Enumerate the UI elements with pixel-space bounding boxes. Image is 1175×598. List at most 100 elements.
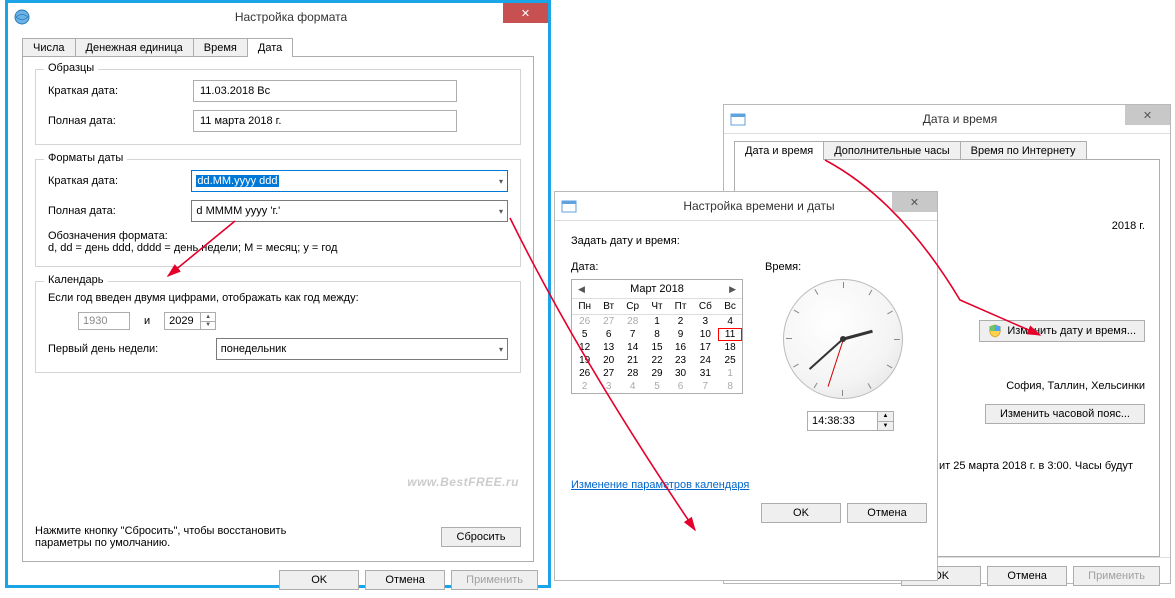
day[interactable]: 2 xyxy=(572,380,597,393)
tab-additional-clocks[interactable]: Дополнительные часы xyxy=(823,141,960,160)
short-format-label: Краткая дата: xyxy=(48,175,191,187)
day[interactable]: 10 xyxy=(692,328,718,341)
legend-formats: Форматы даты xyxy=(44,152,127,164)
day[interactable]: 4 xyxy=(718,315,742,329)
day[interactable]: 7 xyxy=(620,328,645,341)
day[interactable]: 19 xyxy=(572,354,597,367)
date-column: Дата: ◀ Март 2018 ▶ ПнВтСрЧтПтСбВс 26272… xyxy=(571,261,743,431)
time-value: 14:38:33 xyxy=(812,415,855,427)
date-label: Дата: xyxy=(571,261,743,273)
down-icon[interactable]: ▼ xyxy=(201,322,215,330)
time-input[interactable]: 14:38:33 ▲▼ xyxy=(807,411,879,431)
year-spinner[interactable]: ▲▼ xyxy=(200,313,215,329)
day[interactable]: 1 xyxy=(645,315,668,329)
day[interactable]: 27 xyxy=(597,367,620,380)
day[interactable]: 29 xyxy=(645,367,668,380)
ok-button[interactable]: OK xyxy=(761,503,841,523)
close-icon[interactable]: ✕ xyxy=(892,192,937,212)
day-selected[interactable]: 11 xyxy=(718,328,742,341)
day[interactable]: 9 xyxy=(669,328,693,341)
day[interactable]: 6 xyxy=(597,328,620,341)
day[interactable]: 12 xyxy=(572,341,597,354)
day[interactable]: 4 xyxy=(620,380,645,393)
change-date-time-button[interactable]: Изменить дату и время... xyxy=(979,320,1145,342)
calendar[interactable]: ◀ Март 2018 ▶ ПнВтСрЧтПтСбВс 2627281234 … xyxy=(571,279,743,394)
legend-samples: Образцы xyxy=(44,62,98,74)
time-spinner[interactable]: ▲▼ xyxy=(877,411,894,431)
up-icon[interactable]: ▲ xyxy=(878,412,893,422)
day[interactable]: 3 xyxy=(597,380,620,393)
day[interactable]: 18 xyxy=(718,341,742,354)
day[interactable]: 14 xyxy=(620,341,645,354)
day[interactable]: 30 xyxy=(669,367,693,380)
day[interactable]: 28 xyxy=(620,315,645,329)
day[interactable]: 28 xyxy=(620,367,645,380)
day[interactable]: 20 xyxy=(597,354,620,367)
tab-currency[interactable]: Денежная единица xyxy=(75,38,194,57)
hour-hand xyxy=(843,330,873,341)
change-date-time-label: Изменить дату и время... xyxy=(1007,325,1136,337)
day[interactable]: 1 xyxy=(718,367,742,380)
window-title: Настройка времени и даты xyxy=(581,199,937,213)
short-format-combo[interactable]: dd.MM.yyyy ddd ▾ xyxy=(191,170,508,192)
calendar-grid: ПнВтСрЧтПтСбВс 2627281234 567891011 1213… xyxy=(572,299,742,393)
window-title: Настройка формата xyxy=(34,10,548,24)
day[interactable]: 23 xyxy=(669,354,693,367)
cancel-button[interactable]: Отмена xyxy=(365,570,445,590)
first-day-value: понедельник xyxy=(221,343,286,355)
cancel-button[interactable]: Отмена xyxy=(847,503,927,523)
day[interactable]: 15 xyxy=(645,341,668,354)
first-day-combo[interactable]: понедельник ▾ xyxy=(216,338,508,360)
day[interactable]: 7 xyxy=(692,380,718,393)
time-label: Время: xyxy=(765,261,921,273)
dst-fragment: ит 25 марта 2018 г. в 3:00. Часы будут xyxy=(939,460,1145,472)
day[interactable]: 2 xyxy=(669,315,693,329)
fieldset-calendar: Календарь Если год введен двумя цифрами,… xyxy=(35,281,521,373)
chevron-down-icon: ▾ xyxy=(499,177,503,186)
day[interactable]: 31 xyxy=(692,367,718,380)
day[interactable]: 24 xyxy=(692,354,718,367)
close-icon[interactable]: ✕ xyxy=(503,3,548,23)
day[interactable]: 5 xyxy=(572,328,597,341)
day[interactable]: 5 xyxy=(645,380,668,393)
day[interactable]: 6 xyxy=(669,380,693,393)
change-timezone-button[interactable]: Изменить часовой пояс... xyxy=(985,404,1145,424)
short-format-value: dd.MM.yyyy ddd xyxy=(196,175,278,187)
cancel-button[interactable]: Отмена xyxy=(987,566,1067,586)
clock-pin xyxy=(840,336,846,342)
up-icon[interactable]: ▲ xyxy=(201,313,215,322)
day[interactable]: 27 xyxy=(597,315,620,329)
day[interactable]: 8 xyxy=(718,380,742,393)
calendar-params-link[interactable]: Изменение параметров календаря xyxy=(571,479,749,491)
dow: Пн xyxy=(572,299,597,315)
year-to-field[interactable]: 2029 ▲▼ xyxy=(164,312,216,330)
next-month-icon[interactable]: ▶ xyxy=(729,284,736,295)
tab-date-time[interactable]: Дата и время xyxy=(734,141,824,160)
day[interactable]: 22 xyxy=(645,354,668,367)
and-label: и xyxy=(130,315,164,327)
day[interactable]: 16 xyxy=(669,341,693,354)
long-format-combo[interactable]: d MMMM yyyy 'г.' ▾ xyxy=(191,200,508,222)
ok-button[interactable]: OK xyxy=(279,570,359,590)
day[interactable]: 25 xyxy=(718,354,742,367)
tab-numbers[interactable]: Числа xyxy=(22,38,76,57)
day[interactable]: 21 xyxy=(620,354,645,367)
day[interactable]: 13 xyxy=(597,341,620,354)
day[interactable]: 26 xyxy=(572,315,597,329)
tab-date[interactable]: Дата xyxy=(247,38,293,57)
notation-label: Обозначения формата: xyxy=(48,230,508,242)
down-icon[interactable]: ▼ xyxy=(878,422,893,431)
day[interactable]: 3 xyxy=(692,315,718,329)
tab-internet-time[interactable]: Время по Интернету xyxy=(960,141,1087,160)
day[interactable]: 26 xyxy=(572,367,597,380)
close-icon[interactable]: ✕ xyxy=(1125,105,1170,125)
reset-button[interactable]: Сбросить xyxy=(441,527,521,547)
apply-button[interactable]: Применить xyxy=(1073,566,1160,586)
year-range-label: Если год введен двумя цифрами, отображат… xyxy=(48,292,508,304)
prev-month-icon[interactable]: ◀ xyxy=(578,284,585,295)
day[interactable]: 8 xyxy=(645,328,668,341)
window-format-settings: Настройка формата ✕ Числа Денежная едини… xyxy=(5,0,551,588)
day[interactable]: 17 xyxy=(692,341,718,354)
tab-time[interactable]: Время xyxy=(193,38,248,57)
apply-button[interactable]: Применить xyxy=(451,570,538,590)
